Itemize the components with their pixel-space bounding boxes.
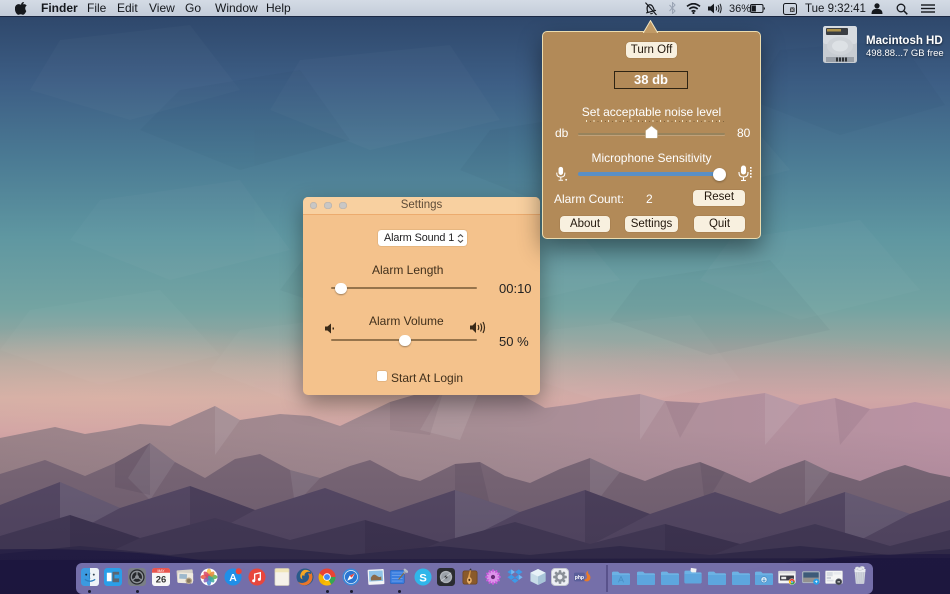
svg-text:php: php — [574, 575, 583, 581]
svg-text:A: A — [229, 573, 237, 584]
svg-text:26: 26 — [155, 575, 166, 586]
svg-text:⌘: ⌘ — [790, 7, 795, 12]
svg-text:MAY: MAY — [157, 569, 165, 573]
svg-text:S: S — [419, 572, 427, 584]
